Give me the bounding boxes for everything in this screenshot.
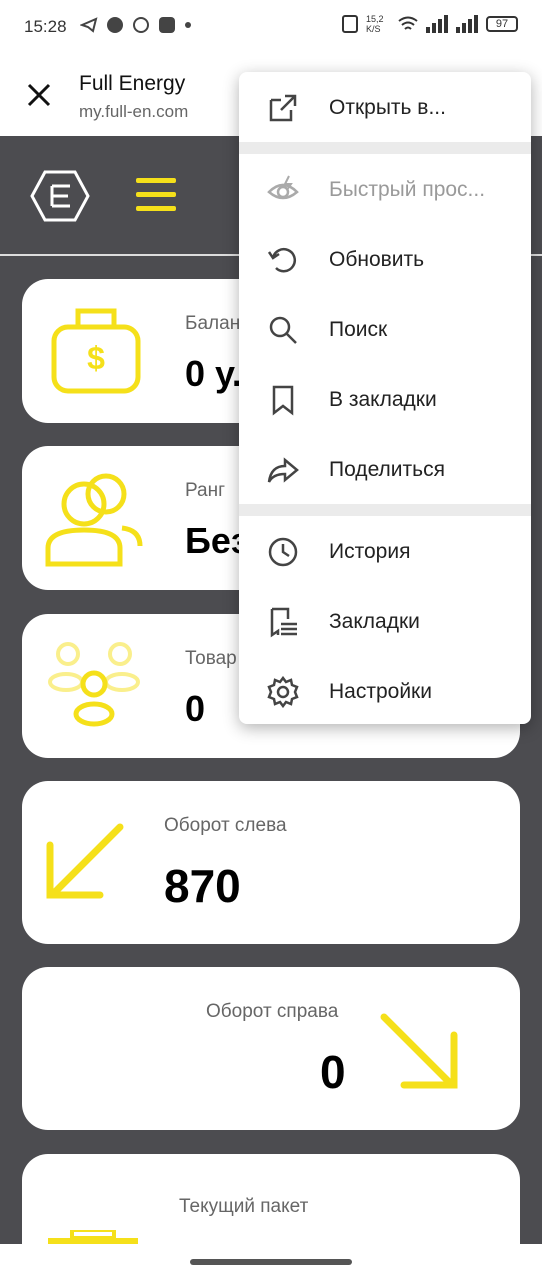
app-square-icon — [159, 17, 175, 33]
package-icon — [48, 1230, 138, 1244]
menu-item-settings[interactable]: Настройки — [239, 656, 531, 726]
menu-item-label: История — [329, 540, 411, 563]
menu-item-refresh[interactable]: Обновить — [239, 224, 531, 294]
users-icon — [45, 473, 143, 567]
card-label: Балан — [185, 313, 241, 334]
share-icon — [267, 457, 299, 483]
status-bar: 15:28 15,2 K/S 97 — [0, 0, 542, 54]
menu-item-quick-view[interactable]: Быстрый прос... — [239, 154, 531, 224]
search-icon — [269, 316, 297, 344]
bookmark-icon — [272, 385, 294, 416]
more-dot-icon — [185, 22, 191, 28]
menu-item-label: Быстрый прос... — [329, 178, 486, 201]
app-icon — [107, 17, 123, 33]
menu-item-label: Обновить — [329, 248, 425, 271]
current-package-card: Текущий пакет — [22, 1154, 520, 1254]
signal-icon-2 — [456, 15, 478, 33]
card-label: Текущий пакет — [179, 1196, 309, 1217]
svg-text:$: $ — [87, 340, 105, 376]
menu-separator — [239, 142, 531, 154]
menu-item-label: Поделиться — [329, 458, 445, 481]
menu-burger-icon[interactable] — [136, 178, 176, 212]
overflow-menu: Открыть в... Быстрый прос... Обновить По… — [239, 72, 531, 724]
menu-item-label: Настройки — [329, 680, 432, 703]
group-icon — [48, 642, 140, 727]
menu-item-label: Открыть в... — [329, 96, 446, 119]
card-label: Оборот справа — [206, 1001, 339, 1022]
nfc-icon — [342, 15, 358, 33]
menu-item-open-in[interactable]: Открыть в... — [239, 72, 531, 142]
card-value: 0 — [320, 1046, 346, 1098]
menu-item-label: Поиск — [329, 318, 388, 341]
signal-icon — [426, 15, 448, 33]
menu-item-share[interactable]: Поделиться — [239, 434, 531, 504]
menu-item-bookmarks[interactable]: Закладки — [239, 586, 531, 656]
bookmarks-list-icon — [270, 607, 297, 638]
telegram-icon — [80, 17, 98, 33]
wifi-icon — [398, 16, 418, 30]
arrow-down-right-icon — [380, 1013, 458, 1089]
battery-icon: 97 — [486, 16, 518, 32]
quick-view-icon — [267, 175, 299, 200]
gesture-nav-bar — [0, 1244, 542, 1280]
history-icon — [268, 537, 298, 567]
status-time: 15:28 — [24, 17, 67, 36]
viber-icon — [133, 17, 149, 33]
tab-title: Full Energy — [79, 72, 186, 95]
logo-icon[interactable] — [30, 170, 90, 222]
menu-item-history[interactable]: История — [239, 516, 531, 586]
card-value: 870 — [164, 860, 241, 912]
refresh-icon — [267, 248, 297, 273]
menu-item-search[interactable]: Поиск — [239, 294, 531, 364]
menu-separator — [239, 504, 531, 516]
money-bag-icon: $ — [51, 308, 141, 394]
open-external-icon — [269, 94, 297, 122]
menu-item-label: В закладки — [329, 388, 437, 411]
notification-icons — [80, 16, 192, 34]
system-icons: 15,2 K/S 97 — [342, 14, 518, 34]
home-gesture-handle[interactable] — [190, 1259, 352, 1265]
left-turnover-card: Оборот слева 870 — [22, 781, 520, 944]
card-label: Оборот слева — [164, 815, 287, 836]
card-label: Ранг — [185, 480, 226, 501]
right-turnover-card: Оборот справа 0 — [22, 967, 520, 1130]
menu-item-add-bookmark[interactable]: В закладки — [239, 364, 531, 434]
card-value: 0 у. — [185, 353, 242, 394]
card-value: 0 — [185, 688, 206, 729]
card-label: Товар — [185, 648, 237, 669]
network-speed: 15,2 K/S — [366, 14, 384, 34]
arrow-down-left-icon — [46, 823, 124, 899]
settings-icon — [267, 676, 299, 708]
tab-url: my.full-en.com — [79, 102, 189, 121]
close-icon[interactable] — [26, 82, 52, 108]
menu-item-label: Закладки — [329, 610, 420, 633]
